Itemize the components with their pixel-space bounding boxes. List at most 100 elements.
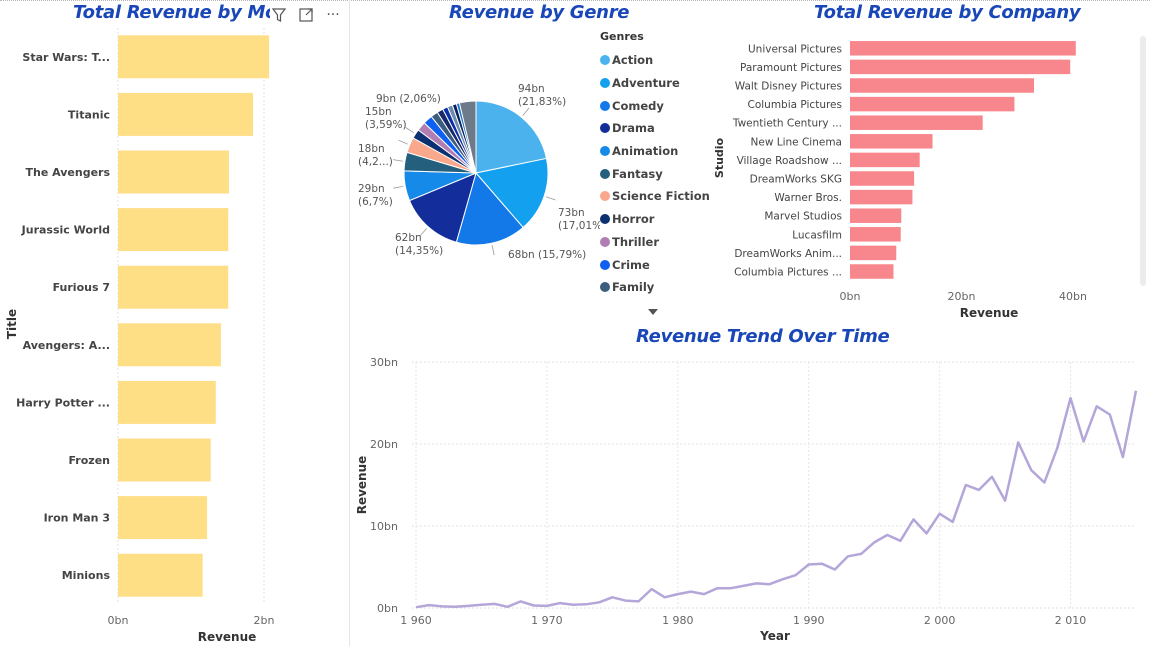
category-label: Jurassic World bbox=[21, 224, 110, 237]
legend-item[interactable]: Fantasy bbox=[600, 162, 710, 185]
genre-legend: Genres Action Adventure Comedy Drama Animati… bbox=[600, 30, 710, 299]
x-tick-label: 2 000 bbox=[924, 614, 956, 627]
data-label: 62bn bbox=[395, 232, 422, 244]
legend-label: Adventure bbox=[612, 76, 680, 91]
x-axis-label: Year bbox=[759, 629, 790, 643]
x-tick-label: 0bn bbox=[840, 290, 861, 303]
legend-swatch bbox=[600, 282, 610, 293]
category-label: Village Roadshow ... bbox=[737, 155, 842, 167]
bar bbox=[850, 96, 1015, 112]
y-tick-label: 0bn bbox=[377, 602, 398, 615]
data-label: 94bn bbox=[518, 83, 545, 95]
category-label: Harry Potter ... bbox=[16, 396, 110, 409]
legend-item[interactable]: Action bbox=[600, 49, 710, 72]
legend-title: Genres bbox=[600, 30, 644, 43]
legend-label: Horror bbox=[612, 212, 655, 227]
leader-line bbox=[398, 139, 408, 145]
data-label: 29bn bbox=[358, 183, 385, 195]
bar bbox=[118, 323, 221, 367]
legend-item[interactable]: Family bbox=[600, 276, 710, 299]
chevron-down-icon[interactable] bbox=[648, 309, 658, 315]
data-label: 15bn bbox=[365, 106, 392, 118]
leader-line bbox=[491, 245, 495, 256]
bar bbox=[850, 245, 897, 261]
trend-line-chart: 0bn 10bn 20bn 30bn 1 960 1 970 1 980 1 990 2 000… bbox=[355, 356, 1138, 643]
bar bbox=[118, 265, 229, 309]
bar bbox=[850, 134, 933, 149]
x-tick-label: 1 980 bbox=[662, 614, 694, 627]
category-label: Walt Disney Pictures bbox=[735, 81, 842, 93]
y-axis-label: Studio bbox=[713, 137, 726, 178]
legend-label: Action bbox=[612, 53, 654, 68]
category-label: New Line Cinema bbox=[751, 136, 843, 148]
legend-item[interactable]: Science Fiction bbox=[600, 185, 710, 208]
category-label: DreamWorks SKG bbox=[750, 174, 842, 186]
legend-item[interactable]: Thriller bbox=[600, 231, 710, 254]
legend-swatch bbox=[600, 259, 610, 270]
company-chart-title: Total Revenue by Company bbox=[814, 2, 1081, 23]
bar bbox=[850, 78, 1034, 93]
category-label: Marvel Studios bbox=[764, 211, 842, 223]
bar bbox=[118, 380, 216, 424]
leader-line bbox=[405, 127, 415, 134]
legend-label: Family bbox=[612, 280, 655, 295]
data-label: (21,83%) bbox=[518, 96, 566, 108]
leader-line bbox=[393, 185, 404, 189]
legend-item[interactable]: Comedy bbox=[600, 94, 710, 117]
bar bbox=[850, 264, 894, 279]
category-label: Universal Pictures bbox=[748, 43, 842, 55]
data-label: (6,7%) bbox=[358, 196, 393, 208]
leader-line bbox=[393, 159, 404, 162]
data-label: (17,01%) bbox=[558, 220, 600, 232]
legend-item[interactable]: Adventure bbox=[600, 72, 710, 95]
data-label: (14,35%) bbox=[395, 245, 443, 257]
company-scrollbar[interactable] bbox=[1140, 36, 1146, 286]
x-axis-label: Revenue bbox=[960, 306, 1019, 320]
bar bbox=[118, 208, 229, 252]
x-axis-label: Revenue bbox=[198, 630, 257, 644]
category-label: Lucasfilm bbox=[792, 229, 842, 241]
legend-item[interactable]: Animation bbox=[600, 140, 710, 163]
filter-icon[interactable] bbox=[270, 6, 288, 24]
category-label: Paramount Pictures bbox=[740, 62, 842, 74]
movies-bar-chart: 0bn 2bn Star Wars: T... Titanic The Avengers… bbox=[5, 28, 275, 644]
bar bbox=[850, 59, 1071, 75]
movies-chart-title: Total Revenue by Movi bbox=[73, 2, 295, 23]
x-tick-label: 40bn bbox=[1059, 290, 1087, 303]
legend-swatch bbox=[600, 146, 610, 157]
series-line bbox=[415, 390, 1138, 609]
genre-chart-title: Revenue by Genre bbox=[449, 2, 630, 23]
legend-swatch bbox=[600, 214, 610, 225]
trend-chart-title: Revenue Trend Over Time bbox=[636, 326, 890, 347]
focus-mode-icon[interactable] bbox=[297, 6, 315, 24]
category-label: The Avengers bbox=[25, 166, 110, 179]
x-tick-label: 1 960 bbox=[400, 614, 432, 627]
x-tick-label: 2 010 bbox=[1055, 614, 1087, 627]
legend-swatch bbox=[600, 55, 610, 66]
bar bbox=[850, 208, 902, 223]
legend-item[interactable]: Horror bbox=[600, 208, 710, 231]
category-label: Frozen bbox=[69, 454, 111, 467]
legend-item[interactable]: Drama bbox=[600, 117, 710, 140]
category-label: Columbia Pictures bbox=[748, 99, 843, 111]
data-label: (3,59%) bbox=[365, 119, 407, 131]
category-label: Warner Bros. bbox=[774, 192, 842, 204]
data-label: (4,2...) bbox=[358, 156, 393, 168]
data-label: 68bn (15,79%) bbox=[508, 249, 586, 261]
x-tick-label: 1 990 bbox=[793, 614, 825, 627]
more-options-icon[interactable]: ··· bbox=[324, 6, 342, 24]
bar bbox=[118, 496, 208, 540]
legend-label: Drama bbox=[612, 121, 655, 136]
bar bbox=[850, 171, 915, 186]
category-label: Columbia Pictures ... bbox=[734, 267, 842, 279]
legend-swatch bbox=[600, 191, 610, 202]
category-label: Minions bbox=[62, 569, 111, 582]
legend-label: Comedy bbox=[612, 98, 664, 113]
legend-label: Animation bbox=[612, 144, 679, 159]
legend-label: Science Fiction bbox=[612, 189, 710, 204]
legend-item[interactable]: Crime bbox=[600, 253, 710, 276]
legend-swatch bbox=[600, 236, 610, 247]
legend-swatch bbox=[600, 123, 610, 134]
bar bbox=[118, 553, 203, 597]
bar bbox=[850, 227, 901, 242]
